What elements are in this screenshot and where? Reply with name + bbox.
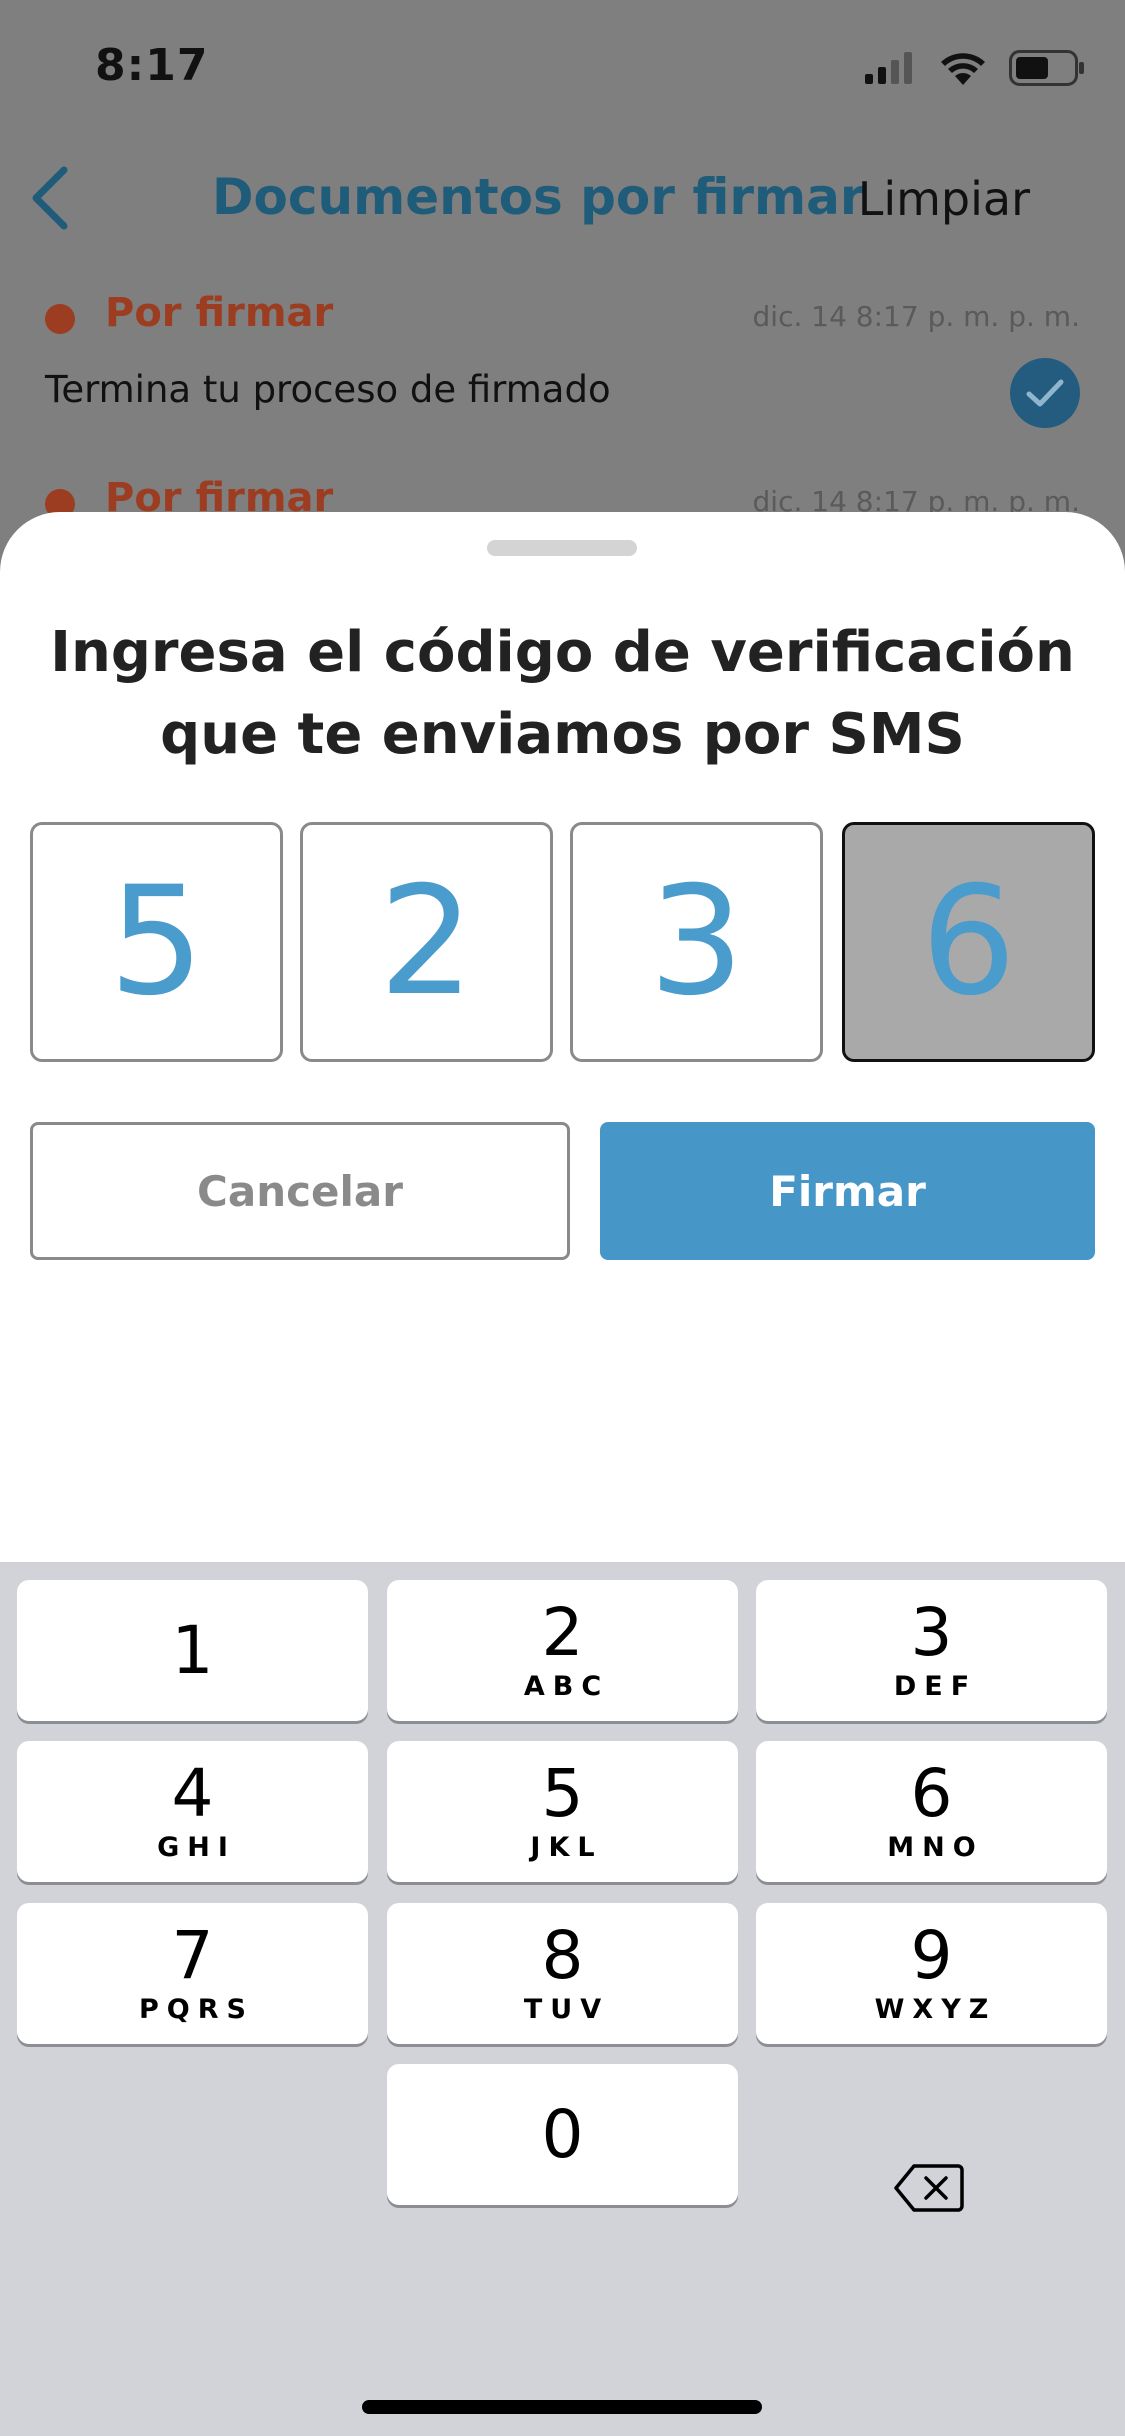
key-8[interactable]: 8 TUV xyxy=(387,1903,738,2044)
status-time: 8:17 xyxy=(95,40,209,91)
code-digit-field[interactable]: 5 xyxy=(30,822,283,1062)
back-button[interactable] xyxy=(20,162,80,238)
key-number: 5 xyxy=(541,1754,584,1832)
key-5[interactable]: 5 JKL xyxy=(387,1741,738,1882)
key-letters: JKL xyxy=(530,1831,603,1863)
key-letters: TUV xyxy=(523,1993,610,2025)
sheet-title: Ingresa el código de verificación que te… xyxy=(50,620,1075,767)
key-7[interactable]: 7 PQRS xyxy=(17,1903,368,2044)
key-number: 4 xyxy=(171,1754,214,1832)
check-icon xyxy=(1010,358,1080,428)
sign-button[interactable]: Firmar xyxy=(600,1122,1095,1260)
cellular-signal-icon xyxy=(865,52,917,88)
cancel-button[interactable]: Cancelar xyxy=(30,1122,570,1260)
backspace-icon xyxy=(894,2163,964,2217)
timestamp: dic. 14 8:17 p. m. p. m. xyxy=(752,300,1080,333)
code-digit-field[interactable]: 2 xyxy=(300,822,553,1062)
key-0[interactable]: 0 xyxy=(387,2064,738,2205)
key-letters: ABC xyxy=(523,1670,610,1702)
code-input: 5 2 3 6 xyxy=(30,822,1095,1062)
key-number: 1 xyxy=(171,1611,214,1689)
key-letters: DEF xyxy=(893,1670,978,1702)
code-digit-field-active[interactable]: 6 xyxy=(842,822,1095,1062)
nav-bar: Documentos por firmar Limpiar xyxy=(0,150,1125,250)
key-number: 2 xyxy=(541,1593,584,1671)
page-title: Documentos por firmar xyxy=(212,168,865,226)
key-number: 8 xyxy=(541,1916,584,1994)
verification-sheet: Ingresa el código de verificación que te… xyxy=(0,512,1125,1562)
sheet-grabber[interactable] xyxy=(487,540,637,556)
key-number: 6 xyxy=(910,1754,953,1832)
key-letters: GHI xyxy=(157,1831,236,1863)
key-9[interactable]: 9 WXYZ xyxy=(756,1903,1107,2044)
key-letters: PQRS xyxy=(139,1993,254,2025)
code-digit-field[interactable]: 3 xyxy=(570,822,823,1062)
clear-button[interactable]: Limpiar xyxy=(858,172,1030,226)
key-letters: WXYZ xyxy=(874,1993,997,2025)
key-6[interactable]: 6 MNO xyxy=(756,1741,1107,1882)
background-screen: 8:17 Documentos por firmar Limpiar Por f… xyxy=(0,0,1125,600)
status-bar: 8:17 xyxy=(0,0,1125,135)
key-number: 9 xyxy=(910,1916,953,1994)
key-number: 0 xyxy=(541,2095,584,2173)
delete-key[interactable] xyxy=(864,2119,994,2260)
wifi-icon xyxy=(939,51,987,89)
status-dot xyxy=(45,304,75,334)
key-4[interactable]: 4 GHI xyxy=(17,1741,368,1882)
chevron-left-icon xyxy=(30,166,70,234)
numeric-keyboard: 1 2 ABC 3 DEF 4 GHI 5 JKL 6 MNO 7 PQRS 8… xyxy=(0,1562,1125,2436)
status-label: Por firmar xyxy=(105,290,334,336)
home-indicator[interactable] xyxy=(362,2400,762,2414)
key-number: 7 xyxy=(171,1916,214,1994)
status-icons xyxy=(865,50,1085,90)
key-1[interactable]: 1 xyxy=(17,1580,368,1721)
key-3[interactable]: 3 DEF xyxy=(756,1580,1107,1721)
key-letters: MNO xyxy=(887,1831,984,1863)
battery-icon xyxy=(1009,50,1085,90)
key-2[interactable]: 2 ABC xyxy=(387,1580,738,1721)
key-number: 3 xyxy=(910,1593,953,1671)
item-body: Termina tu proceso de firmado xyxy=(45,368,611,411)
